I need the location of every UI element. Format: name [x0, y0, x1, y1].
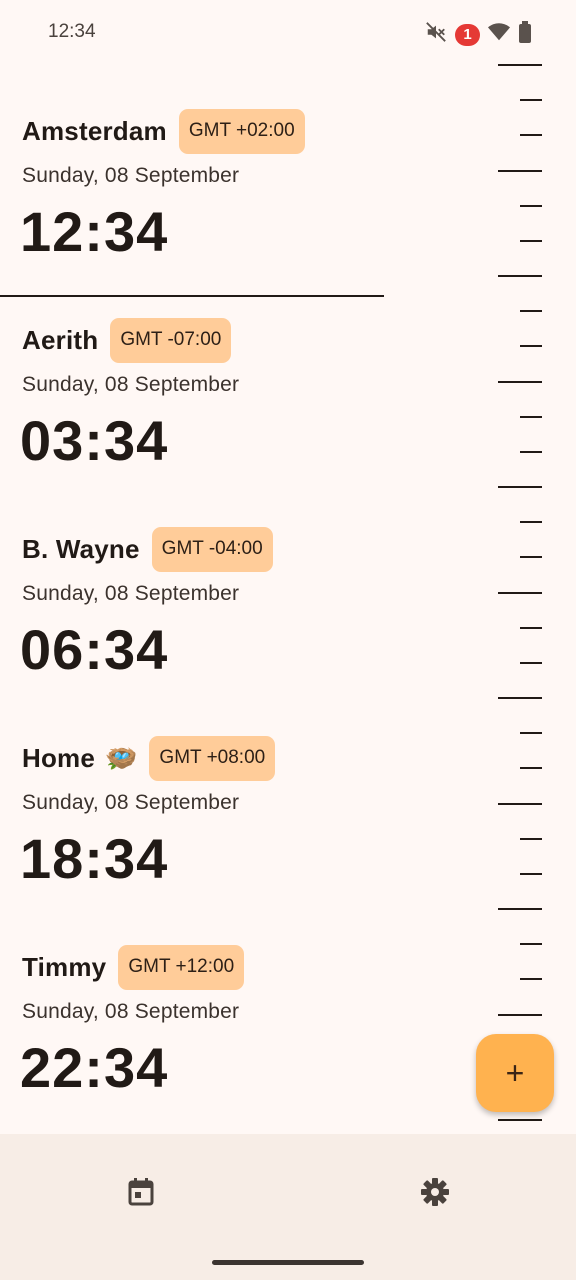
status-time: 12:34 [48, 21, 96, 42]
ruler-major-tick [498, 697, 542, 700]
gmt-offset-chip: GMT +02:00 [178, 108, 305, 154]
timezone-list: Amsterdam GMT +02:00 Sunday, 08 Septembe… [0, 64, 480, 1109]
ruler-minor-tick [520, 99, 542, 102]
gmt-offset-chip: GMT -04:00 [151, 526, 273, 572]
nest-icon: 🪺 [105, 742, 138, 773]
timezone-name: Home [22, 742, 96, 773]
timezone-header: Timmy GMT +12:00 [22, 944, 245, 990]
timezone-time: 18:34 [20, 827, 169, 890]
time-ruler[interactable] [490, 64, 550, 1134]
battery-icon [518, 21, 532, 48]
timezone-time: 22:34 [20, 1036, 169, 1099]
timezone-name: Aerith [22, 324, 99, 355]
ruler-minor-tick [520, 978, 542, 981]
timezone-header: Amsterdam GMT +02:00 [22, 108, 305, 154]
timezone-card[interactable]: Home 🪺 GMT +08:00 Sunday, 08 September 1… [0, 691, 480, 900]
timezone-header: B. Wayne GMT -04:00 [22, 526, 273, 572]
timezone-date: Sunday, 08 September [22, 164, 240, 187]
timezone-name: Amsterdam [22, 115, 167, 146]
bottom-nav [0, 1134, 576, 1280]
timezone-card[interactable]: B. Wayne GMT -04:00 Sunday, 08 September… [0, 482, 480, 691]
gmt-offset-chip: GMT +12:00 [118, 944, 245, 990]
timezone-card[interactable]: Amsterdam GMT +02:00 Sunday, 08 Septembe… [0, 64, 480, 297]
ruler-minor-tick [520, 661, 542, 664]
ruler-major-tick [498, 802, 542, 805]
timezone-name: B. Wayne [22, 533, 140, 564]
nav-settings[interactable] [407, 1172, 463, 1216]
ruler-major-tick [498, 380, 542, 383]
ruler-minor-tick [520, 239, 542, 242]
timezone-date: Sunday, 08 September [22, 373, 240, 396]
ruler-major-tick [498, 1119, 542, 1122]
mute-icon [425, 21, 447, 48]
ruler-major-tick [498, 64, 542, 66]
ruler-minor-tick [520, 767, 542, 770]
timezone-time: 03:34 [20, 409, 169, 472]
timezone-date: Sunday, 08 September [22, 791, 240, 814]
wifi-icon [488, 22, 510, 47]
ruler-minor-tick [520, 837, 542, 840]
add-timezone-button[interactable]: + [476, 1034, 554, 1112]
nav-calendar[interactable] [113, 1172, 169, 1216]
ruler-minor-tick [520, 872, 542, 875]
timezone-time: 06:34 [20, 618, 169, 681]
timezone-date: Sunday, 08 September [22, 582, 240, 605]
ruler-major-tick [498, 275, 542, 278]
ruler-major-tick [498, 1013, 542, 1016]
timezone-card[interactable]: Aerith GMT -07:00 Sunday, 08 September 0… [0, 273, 480, 482]
status-bar: 12:34 1 [0, 0, 576, 64]
timezone-header: Aerith GMT -07:00 [22, 317, 232, 363]
ruler-major-tick [498, 591, 542, 594]
gmt-offset-chip: GMT -07:00 [110, 317, 232, 363]
ruler-minor-tick [520, 732, 542, 735]
ruler-minor-tick [520, 345, 542, 348]
status-icons: 1 [425, 21, 532, 48]
timezone-header: Home 🪺 GMT +08:00 [22, 735, 276, 781]
ruler-minor-tick [520, 134, 542, 137]
timezone-name: Timmy [22, 951, 107, 982]
ruler-minor-tick [520, 204, 542, 207]
ruler-minor-tick [520, 626, 542, 629]
ruler-major-tick [498, 486, 542, 489]
ruler-minor-tick [520, 415, 542, 418]
ruler-minor-tick [520, 943, 542, 946]
timezone-card[interactable]: Timmy GMT +12:00 Sunday, 08 September 22… [0, 900, 480, 1109]
ruler-minor-tick [520, 310, 542, 313]
notification-badge: 1 [455, 23, 480, 46]
timezone-time: 12:34 [20, 200, 169, 263]
timezone-date: Sunday, 08 September [22, 1000, 240, 1023]
ruler-minor-tick [520, 450, 542, 453]
ruler-major-tick [498, 908, 542, 911]
settings-icon [420, 1177, 450, 1212]
gmt-offset-chip: GMT +08:00 [149, 735, 276, 781]
calendar-icon [127, 1177, 155, 1212]
home-indicator[interactable] [212, 1260, 364, 1265]
ruler-minor-tick [520, 556, 542, 559]
plus-icon: + [505, 1054, 525, 1091]
ruler-minor-tick [520, 521, 542, 524]
ruler-major-tick [498, 169, 542, 172]
